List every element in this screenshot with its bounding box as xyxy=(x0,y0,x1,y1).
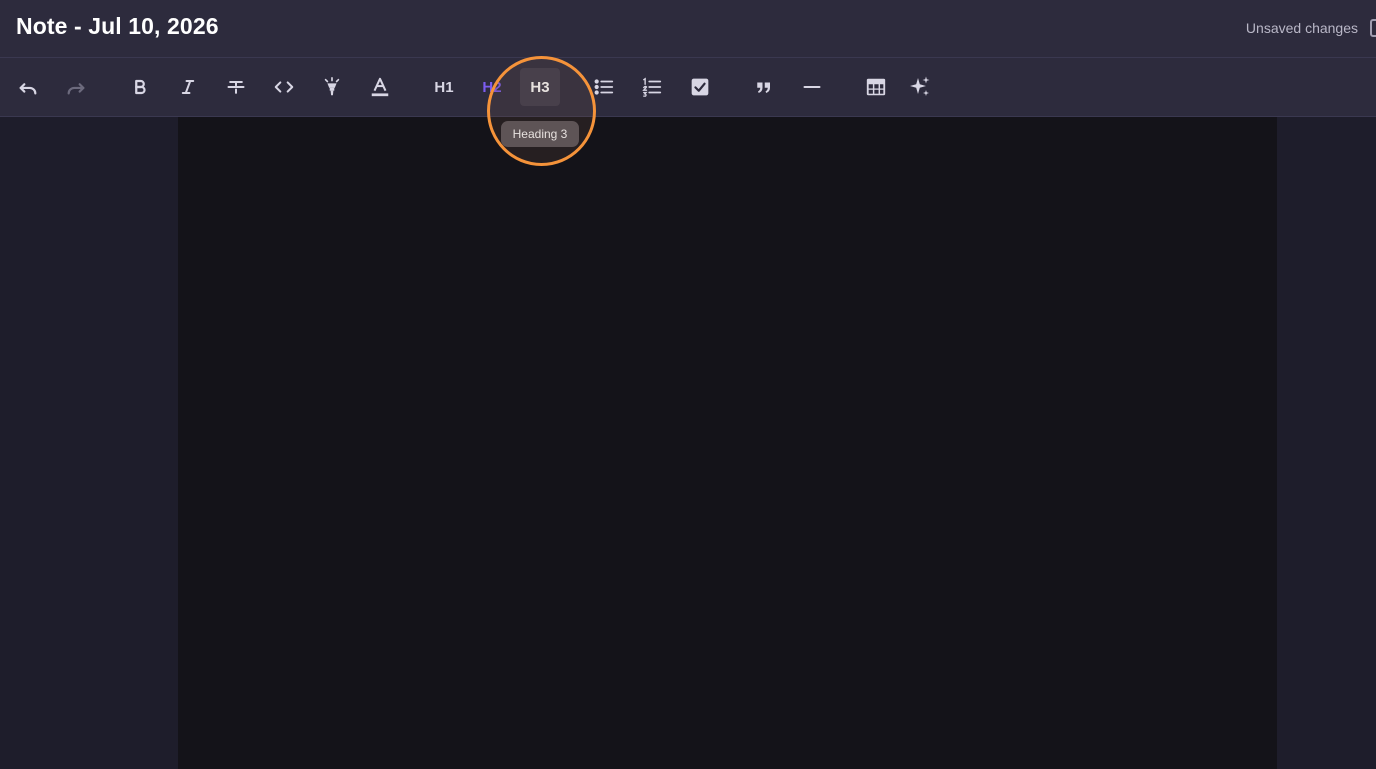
heading-2-button[interactable]: H2 xyxy=(473,68,511,106)
bold-button[interactable] xyxy=(121,68,159,106)
table-button[interactable] xyxy=(857,68,895,106)
bullet-list-button[interactable] xyxy=(585,68,623,106)
undo-icon xyxy=(17,76,39,98)
italic-icon xyxy=(179,78,197,96)
text-color-button[interactable] xyxy=(361,68,399,106)
heading-3-button[interactable]: H3 xyxy=(520,68,560,106)
heading-1-label: H1 xyxy=(434,78,454,96)
bold-icon xyxy=(131,78,149,96)
heading-2-label: H2 xyxy=(482,78,502,96)
heading-3-tooltip: Heading 3 xyxy=(501,121,579,147)
editor-content-area[interactable] xyxy=(178,117,1277,769)
save-status: Unsaved changes xyxy=(1245,20,1358,36)
redo-button[interactable] xyxy=(57,68,95,106)
italic-button[interactable] xyxy=(169,68,207,106)
highlight-button[interactable] xyxy=(313,68,351,106)
numbered-list-button[interactable] xyxy=(633,68,671,106)
horizontal-rule-button[interactable] xyxy=(793,68,831,106)
blockquote-button[interactable] xyxy=(745,68,783,106)
formatting-toolbar: H1 H2 H3 xyxy=(0,58,1376,117)
redo-icon xyxy=(65,76,87,98)
text-color-icon xyxy=(369,76,391,98)
note-title[interactable]: Note - Jul 10, 2026 xyxy=(16,13,219,40)
checklist-button[interactable] xyxy=(681,68,719,106)
horizontal-rule-icon xyxy=(802,77,822,97)
undo-button[interactable] xyxy=(9,68,47,106)
highlighter-icon xyxy=(321,76,343,98)
quote-icon xyxy=(755,78,773,96)
strikethrough-button[interactable] xyxy=(217,68,255,106)
numbered-list-icon xyxy=(641,76,663,98)
title-bar: Note - Jul 10, 2026 Unsaved changes xyxy=(0,0,1376,58)
heading-1-button[interactable]: H1 xyxy=(425,68,463,106)
ai-assist-button[interactable] xyxy=(901,68,939,106)
table-icon xyxy=(865,76,887,98)
code-button[interactable] xyxy=(265,68,303,106)
save-icon[interactable] xyxy=(1370,19,1376,37)
sparkles-icon xyxy=(908,75,932,99)
checkbox-icon xyxy=(690,77,710,97)
strikethrough-icon xyxy=(226,77,246,97)
code-icon xyxy=(273,76,295,98)
bullet-list-icon xyxy=(593,76,615,98)
heading-3-label: H3 xyxy=(530,78,550,96)
